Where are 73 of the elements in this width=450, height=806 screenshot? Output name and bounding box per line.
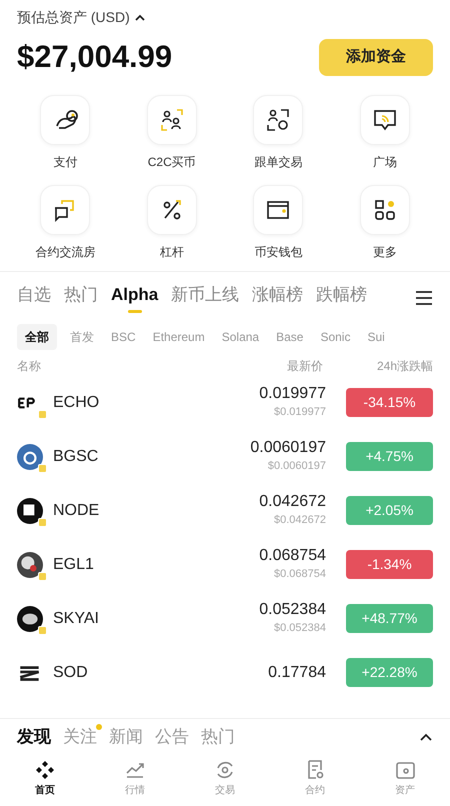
shortcut-button[interactable] — [360, 184, 410, 234]
feed-tab[interactable]: 发现 — [17, 726, 51, 746]
shortcut-label[interactable]: 跟单交易 — [254, 152, 302, 170]
column-header: 24h涨跌幅 — [376, 358, 433, 374]
chain-filter[interactable]: Solana — [218, 324, 264, 350]
shortcut-label[interactable]: 更多 — [372, 242, 397, 260]
chain-filter[interactable]: Sui — [363, 324, 389, 350]
menu-icon[interactable] — [415, 290, 433, 304]
shortcut-button[interactable] — [40, 94, 90, 144]
feed-tab[interactable]: 热门 — [201, 726, 235, 746]
coin-name[interactable]: NODE — [53, 498, 100, 522]
chain-filter[interactable]: 全部 — [17, 324, 57, 350]
change-badge[interactable]: -34.15% — [346, 388, 433, 417]
shortcut-button[interactable] — [360, 94, 410, 144]
shortcut-button[interactable] — [146, 94, 197, 144]
market-tab[interactable]: Alpha — [111, 282, 158, 308]
shortcut-button[interactable] — [146, 184, 197, 234]
market-tab[interactable]: 跌幅榜 — [316, 282, 368, 308]
chain-filter[interactable]: BSC — [107, 324, 140, 350]
market-tab[interactable]: 热门 — [64, 282, 98, 308]
feed-tab[interactable]: 新闻 — [109, 726, 143, 746]
total-balance: $27,004.99 — [17, 38, 172, 76]
column-header: 名称 — [17, 358, 42, 374]
shortcut-label[interactable]: 广场 — [372, 152, 397, 170]
shortcut-button[interactable] — [40, 184, 90, 234]
market-tab[interactable]: 自选 — [17, 282, 51, 308]
usd-price: $0.019977 — [274, 405, 326, 420]
change-badge[interactable]: +4.75% — [346, 442, 433, 471]
nav-tab[interactable]: 行情 — [90, 754, 180, 802]
shortcut-label[interactable]: 合约交流房 — [35, 242, 96, 260]
coin-name[interactable]: SKYAI — [53, 606, 99, 630]
chevron-up-icon[interactable] — [134, 13, 146, 21]
column-header: 最新价 — [286, 358, 323, 374]
chain-filter[interactable]: Sonic — [316, 324, 354, 350]
nav-tab[interactable]: 合约 — [270, 754, 360, 802]
change-badge[interactable]: -1.34% — [346, 550, 433, 579]
usd-price: $0.0060197 — [268, 459, 326, 474]
price: 0.042672 — [259, 492, 326, 512]
usd-price: $0.052384 — [274, 621, 326, 636]
chain-filter[interactable]: Ethereum — [148, 324, 209, 350]
nav-tab[interactable]: 交易 — [180, 754, 270, 802]
shortcut-label[interactable]: 支付 — [53, 152, 78, 170]
nav-tab[interactable]: 首页 — [0, 754, 90, 802]
price: 0.17784 — [268, 662, 326, 682]
shortcut-button[interactable] — [253, 184, 304, 234]
change-badge[interactable]: +2.05% — [346, 496, 433, 525]
coin-name[interactable]: EGL1 — [53, 552, 94, 576]
coin-name[interactable]: SOD — [53, 660, 88, 684]
total-assets-label: 预估总资产 (USD) — [17, 8, 130, 27]
chevron-up-icon[interactable] — [419, 732, 433, 741]
change-badge[interactable]: +48.77% — [346, 604, 433, 633]
coin-name[interactable]: ECHO — [53, 390, 100, 414]
feed-tab[interactable]: 公告 — [155, 726, 189, 746]
chain-filter[interactable]: Base — [272, 324, 308, 350]
price: 0.0060197 — [250, 438, 326, 458]
shortcut-button[interactable] — [253, 94, 304, 144]
price: 0.019977 — [259, 384, 326, 404]
shortcut-label[interactable]: 币安钱包 — [254, 242, 302, 260]
shortcut-label[interactable]: C2C买币 — [148, 152, 196, 170]
price: 0.052384 — [259, 600, 326, 620]
shortcut-label[interactable]: 杠杆 — [160, 242, 184, 260]
price: 0.068754 — [259, 546, 326, 566]
add-funds-button[interactable]: 添加资金 — [319, 38, 433, 76]
diamond-logo-icon — [34, 758, 56, 780]
market-tab[interactable]: 新币上线 — [171, 282, 240, 308]
change-badge[interactable]: +22.28% — [346, 658, 433, 687]
usd-price: $0.068754 — [274, 567, 326, 582]
usd-price: $0.042672 — [274, 513, 326, 528]
coin-name[interactable]: BGSC — [53, 444, 98, 468]
nav-tab[interactable]: 资产 — [360, 754, 450, 802]
market-tab[interactable]: 涨幅榜 — [252, 282, 304, 308]
chain-filter[interactable]: 首发 — [66, 324, 98, 350]
feed-tab[interactable]: 关注 — [63, 726, 97, 746]
